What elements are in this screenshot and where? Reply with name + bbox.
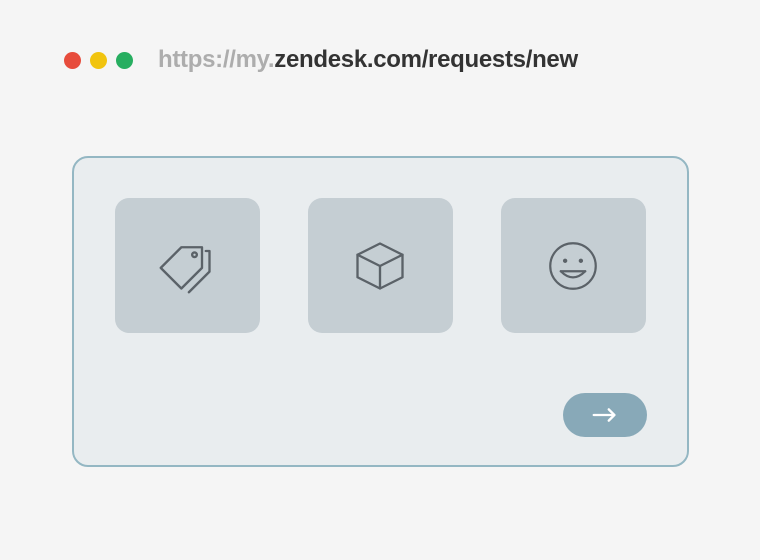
url-prefix: https://my. xyxy=(158,46,274,73)
close-window-button[interactable] xyxy=(64,52,81,69)
url-path: zendesk.com/requests/new xyxy=(274,46,578,73)
option-feedback[interactable] xyxy=(501,198,646,333)
smile-icon xyxy=(545,238,601,294)
address-bar[interactable]: https://my.zendesk.com/requests/new xyxy=(158,46,578,74)
option-tiles xyxy=(114,198,647,333)
browser-chrome: https://my.zendesk.com/requests/new xyxy=(0,0,760,74)
option-tags[interactable] xyxy=(115,198,260,333)
cube-icon xyxy=(350,236,410,296)
maximize-window-button[interactable] xyxy=(116,52,133,69)
minimize-window-button[interactable] xyxy=(90,52,107,69)
request-card xyxy=(72,156,689,467)
tags-icon xyxy=(157,236,217,296)
arrow-right-icon xyxy=(590,405,620,425)
next-button[interactable] xyxy=(563,393,647,437)
option-package[interactable] xyxy=(308,198,453,333)
